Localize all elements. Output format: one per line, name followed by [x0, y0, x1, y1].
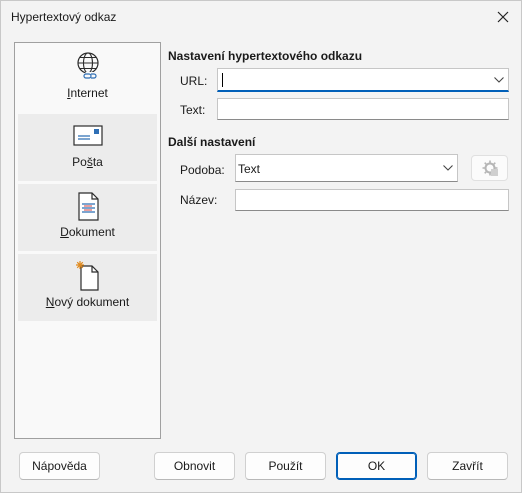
- apply-button[interactable]: Použít: [245, 452, 326, 480]
- hyperlink-dialog: Hypertextový odkaz Internet Pošta Dokume…: [0, 0, 522, 493]
- text-label: Text:: [180, 103, 206, 117]
- close-icon: [497, 11, 509, 23]
- name-field[interactable]: [235, 189, 509, 211]
- ok-button[interactable]: OK: [336, 452, 417, 480]
- url-combobox[interactable]: [217, 68, 509, 92]
- new-document-icon: [75, 261, 99, 291]
- url-label: URL:: [180, 74, 208, 88]
- help-button-label: Nápověda: [32, 459, 87, 473]
- chevron-down-icon: [494, 76, 504, 83]
- events-button[interactable]: [471, 155, 508, 181]
- sidebar-item-mail[interactable]: Pošta: [18, 114, 157, 181]
- form-select-value: Text: [238, 162, 261, 176]
- name-label: Název:: [180, 193, 218, 207]
- ok-button-label: OK: [367, 459, 386, 473]
- close-button-label: Zavřít: [452, 459, 483, 473]
- sidebar-item-label: Internet: [67, 86, 108, 100]
- sidebar-item-label: Nový dokument: [45, 295, 130, 309]
- close-button[interactable]: Zavřít: [427, 452, 508, 480]
- text-cursor: [222, 73, 223, 87]
- further-settings-heading: Další nastavení: [168, 135, 256, 149]
- sidebar-item-label: Pošta: [72, 155, 103, 169]
- help-button[interactable]: Nápověda: [19, 452, 100, 480]
- reset-button[interactable]: Obnovit: [154, 452, 235, 480]
- chevron-down-icon: [443, 165, 453, 171]
- sidebar-item-document[interactable]: Dokument: [18, 184, 157, 251]
- url-dropdown-button[interactable]: [490, 69, 508, 90]
- globe-icon: [76, 52, 99, 79]
- category-sidebar: Internet Pošta Dokument Nový dokument: [14, 42, 161, 439]
- document-icon: [77, 192, 99, 221]
- text-field[interactable]: [217, 98, 509, 120]
- form-dropdown-button[interactable]: [439, 155, 457, 181]
- apply-button-label: Použít: [268, 459, 303, 473]
- form-label: Podoba:: [180, 163, 225, 177]
- form-select[interactable]: Text: [235, 154, 458, 182]
- envelope-icon: [72, 125, 103, 146]
- hyperlink-settings-heading: Nastavení hypertextového odkazu: [168, 49, 363, 63]
- window-title: Hypertextový odkaz: [11, 10, 117, 24]
- macro-gear-icon: [482, 160, 498, 176]
- close-window-button[interactable]: [489, 3, 517, 31]
- reset-button-label: Obnovit: [173, 459, 216, 473]
- sidebar-item-internet[interactable]: Internet: [18, 45, 157, 112]
- sidebar-item-new-document[interactable]: Nový dokument: [18, 254, 157, 321]
- title-bar: Hypertextový odkaz: [1, 1, 521, 33]
- sidebar-item-label: Dokument: [60, 225, 115, 239]
